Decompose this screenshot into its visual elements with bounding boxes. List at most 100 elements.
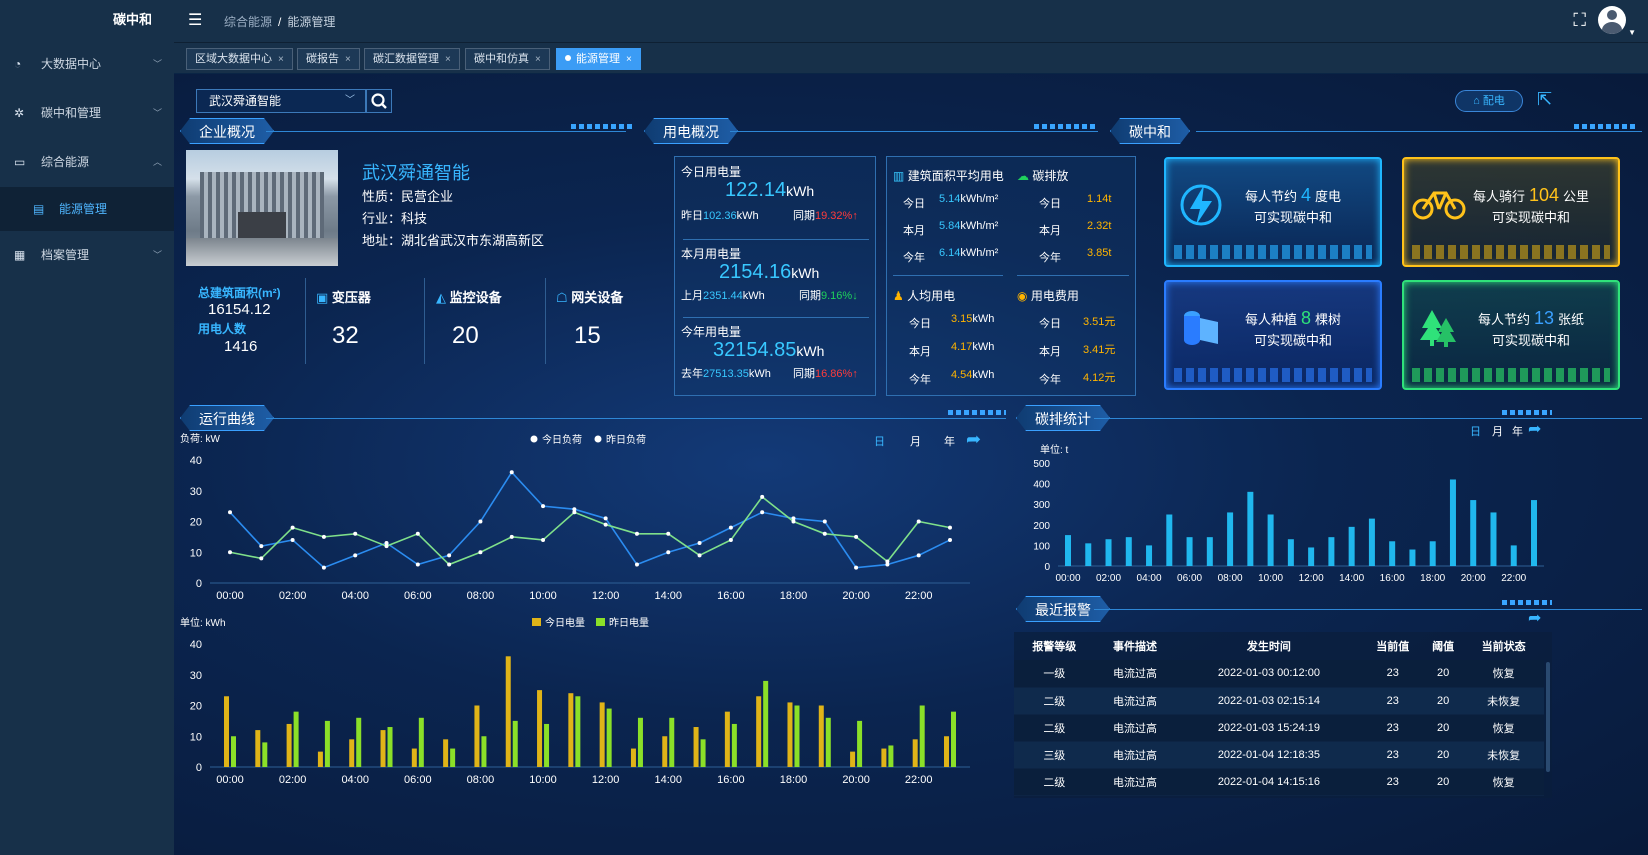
bar	[825, 717, 831, 767]
bar	[1308, 547, 1315, 566]
card-bars	[1412, 245, 1610, 259]
chevron-down-icon: ﹀	[152, 250, 162, 260]
x-tick-label: 12:00	[592, 774, 620, 786]
legend-label: 今日负荷	[542, 433, 582, 446]
alarm-status: 恢复	[1463, 660, 1544, 688]
section-dots	[1034, 124, 1096, 129]
bar	[1510, 545, 1517, 566]
unit: kWh	[742, 290, 765, 302]
close-icon[interactable]: ×	[345, 54, 351, 65]
value: 4.54	[951, 369, 973, 381]
x-tick-label: 20:00	[1461, 573, 1486, 584]
sidebar-item-carbon-management[interactable]: ✲ 碳中和管理 ﹀	[0, 89, 174, 138]
legend-marker	[532, 618, 541, 626]
sidebar-item-label: 碳中和管理	[41, 106, 102, 120]
external-link-icon[interactable]: ⇱	[1537, 89, 1552, 110]
carbon-row-value: 3.85t	[1087, 247, 1112, 259]
share-arrow-icon[interactable]: ➦	[1528, 419, 1541, 439]
unit: kWh	[748, 368, 771, 380]
bar	[1328, 537, 1335, 566]
tab-carbon-sink[interactable]: 碳汇数据管理 ×	[364, 48, 460, 70]
arrow-down-icon: ↓	[852, 290, 858, 302]
section-title-carbon-neutral: 碳中和	[1110, 118, 1190, 144]
tab-carbon-report[interactable]: 碳报告 ×	[297, 48, 360, 70]
value: 19.32%	[815, 210, 853, 222]
bar	[606, 708, 612, 767]
close-icon[interactable]: ×	[535, 54, 541, 65]
person-icon: ♟	[893, 289, 904, 303]
sidebar-item-integrated-energy[interactable]: ▭ 综合能源 ︿	[0, 138, 174, 187]
carbon-period-day-button[interactable]: 日	[1470, 423, 1481, 439]
avatar[interactable]	[1598, 6, 1626, 34]
section-dots	[948, 410, 1006, 415]
today-usage-value: 122.14	[725, 179, 787, 201]
label: 上月	[681, 290, 703, 302]
data-point	[541, 537, 546, 542]
search-icon	[371, 93, 387, 109]
table-row[interactable]: 二级 电流过高 2022-01-03 02:15:14 23 20 未恢复	[1014, 687, 1544, 715]
alarm-level: 三级	[1014, 741, 1095, 769]
table-row[interactable]: 三级 电流过高 2022-01-04 12:18:35 23 20 未恢复	[1014, 741, 1544, 769]
grid-icon: ▦	[14, 248, 26, 262]
label: 去年	[681, 368, 703, 380]
label: 性质：	[362, 189, 402, 204]
sidebar-item-energy-management[interactable]: ▤ 能源管理	[0, 187, 174, 231]
value: 3.15	[951, 313, 973, 325]
share-arrow-icon[interactable]: ➦	[1528, 608, 1541, 628]
caret-down-icon[interactable]: ▼	[1628, 28, 1636, 37]
number: 8	[1300, 308, 1311, 328]
x-tick-label: 10:00	[1258, 573, 1283, 584]
y-tick-label: 0	[196, 578, 202, 590]
bar	[262, 742, 268, 767]
value: 6.14	[939, 247, 961, 259]
x-tick-label: 00:00	[1055, 573, 1080, 584]
month-usage-label: 本月用电量	[681, 247, 742, 261]
fullscreen-icon[interactable]: ⛶	[1573, 10, 1586, 31]
tab-regional-bigdata[interactable]: 区域大数据中心 ×	[186, 48, 293, 70]
carbon-period-year-button[interactable]: 年	[1512, 423, 1523, 439]
users-label: 用电人数	[198, 322, 247, 336]
value: 湖北省武汉市东湖高新区	[401, 233, 545, 248]
legend-label: 昨日负荷	[606, 433, 646, 446]
yesterday-usage: 昨日102.36kWh	[681, 207, 759, 223]
table-row[interactable]: 二级 电流过高 2022-01-04 14:15:16 23 20 恢复	[1014, 768, 1544, 796]
area-avg-title: ▥ 建筑面积平均用电	[893, 167, 1004, 184]
table-row[interactable]: 二级 电流过高 2022-01-03 15:24:19 23 20 恢复	[1014, 714, 1544, 742]
x-tick-label: 02:00	[1096, 573, 1121, 584]
alarm-status: 恢复	[1463, 768, 1544, 796]
home-icon: ⌂	[1473, 95, 1483, 107]
bar	[919, 705, 925, 767]
bar	[411, 748, 417, 767]
alarm-level: 一级	[1014, 660, 1095, 688]
value: 102.36	[703, 210, 737, 222]
card-line1: 每人节约 4 度电	[1166, 185, 1380, 206]
section-dots	[1574, 124, 1636, 129]
sidebar-item-archive[interactable]: ▦ 档案管理 ﹀	[0, 231, 174, 280]
divider	[305, 278, 306, 364]
close-icon[interactable]: ×	[626, 54, 632, 65]
tab-carbon-simulation[interactable]: 碳中和仿真 ×	[465, 48, 550, 70]
gateway-header: ☖ 网关设备	[556, 287, 623, 306]
sidebar-item-bigdata[interactable]: ◔ 大数据中心 ﹀	[0, 40, 174, 89]
breadcrumb-parent[interactable]: 综合能源	[224, 15, 272, 29]
close-icon[interactable]: ×	[445, 54, 451, 65]
table-row[interactable]: 一级 电流过高 2022-01-03 00:12:00 23 20 恢复	[1014, 660, 1544, 688]
data-point	[948, 537, 952, 542]
company-select[interactable]: 武汉舜通智能 ﹀	[196, 89, 366, 113]
x-tick-label: 16:00	[1380, 573, 1405, 584]
x-tick-label: 06:00	[1177, 573, 1202, 584]
tab-energy-management[interactable]: 能源管理 ×	[556, 48, 641, 70]
transformer-header: ▣ 变压器	[316, 287, 371, 306]
power-distribution-button[interactable]: ⌂ 配电	[1455, 90, 1523, 112]
table-scrollbar[interactable]	[1546, 662, 1550, 772]
menu-toggle-icon[interactable]: ☰	[188, 10, 202, 30]
year-usage-value: 32154.85	[713, 339, 797, 361]
unit: kWh/m²	[960, 247, 999, 259]
month-usage: 2154.16kWh	[719, 261, 819, 284]
lastmonth-usage: 上月2351.44kWh	[681, 287, 765, 303]
x-tick-label: 22:00	[1501, 573, 1526, 584]
search-button[interactable]	[366, 89, 392, 113]
close-icon[interactable]: ×	[278, 54, 284, 65]
carbon-period-month-button[interactable]: 月	[1492, 423, 1503, 439]
bar	[1287, 539, 1294, 566]
